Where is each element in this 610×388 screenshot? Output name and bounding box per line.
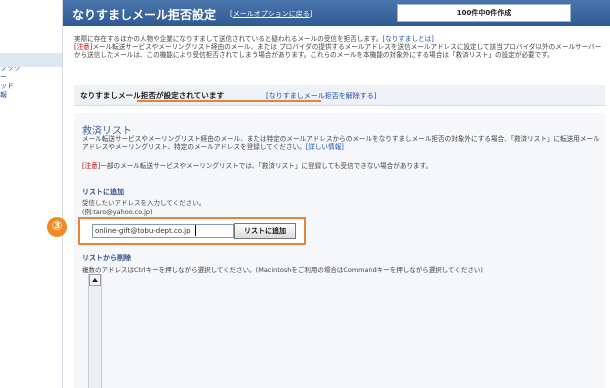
text-caret: [195, 225, 196, 236]
rescue-list-description: メール転送サービスやメーリングリスト経由のメール、または特定のメールアドレスから…: [82, 135, 602, 151]
status-highlight-underline: [137, 100, 321, 102]
more-info-link[interactable]: [詳しい情報]: [306, 143, 344, 151]
remove-from-list-title: リストから削除: [82, 254, 131, 262]
rescue-note-text: 一部のメール転送サービスやメーリングリストでは、「救済リスト」に登録しても受信で…: [100, 162, 433, 170]
what-is-spoofing-link[interactable]: [なりすましとは]: [383, 35, 434, 43]
rescue-list-section: 救済リスト メール転送サービスやメーリングリスト経由のメール、または特定のメール…: [47, 113, 605, 388]
add-address-highlight-box: online-gift@tobu-dept.co.jp リストに追加: [78, 217, 306, 245]
status-bar: なりすましメール拒否が設定されています [なりすましメール拒否を解除する]: [74, 85, 605, 106]
step-3-marker: ③: [47, 217, 67, 237]
intro-line: 実際に存在するほかの人物や企業になりすまして送信されていると疑われるメールの受信…: [74, 35, 383, 43]
rescue-note-label: [注意]: [82, 162, 101, 170]
page-title: なりすましメール拒否設定: [72, 8, 217, 22]
scroll-up-arrow-icon[interactable]: [89, 274, 101, 286]
page-header: なりすましメール拒否設定 [メールオプションに戻る] 100件中0件作成: [63, 0, 610, 26]
creation-count-badge: 100件中0件作成: [397, 4, 571, 22]
rescue-address-listbox[interactable]: [88, 274, 102, 388]
sidebar-item-4[interactable]: 報: [0, 90, 7, 100]
add-example: (例:taro@yahoo.co.jp): [82, 208, 153, 216]
intro-note-text: メール転送サービスやメーリングリスト経由のメール、または プロバイダの提供するメ…: [74, 43, 602, 60]
back-to-mail-options-link[interactable]: メールオプションに戻る: [233, 10, 310, 18]
rescue-note: [注意]一部のメール転送サービスやメーリングリストでは、「救済リスト」に登録して…: [82, 160, 432, 170]
rescue-address-input[interactable]: online-gift@tobu-dept.co.jp: [92, 224, 234, 238]
remove-description: 複数のアドレスはCtrlキーを押しながら選択してください。(Macintoshを…: [82, 266, 483, 274]
back-to-mail-options: [メールオプションに戻る]: [230, 9, 312, 19]
intro-text: 実際に存在するほかの人物や企業になりすまして送信されていると疑われるメールの受信…: [74, 35, 604, 60]
add-to-list-button[interactable]: リストに追加: [234, 223, 296, 239]
sidebar-item-selected-highlight: [0, 53, 62, 67]
add-to-list-title: リストに追加: [82, 188, 124, 196]
intro-note-label: [注意]: [74, 43, 93, 52]
sidebar: ブック ー ッド 報: [0, 0, 63, 388]
back-bracket-close: ]: [309, 10, 313, 18]
main-content: なりすましメール拒否設定 [メールオプションに戻る] 100件中0件作成 実際に…: [47, 0, 610, 388]
